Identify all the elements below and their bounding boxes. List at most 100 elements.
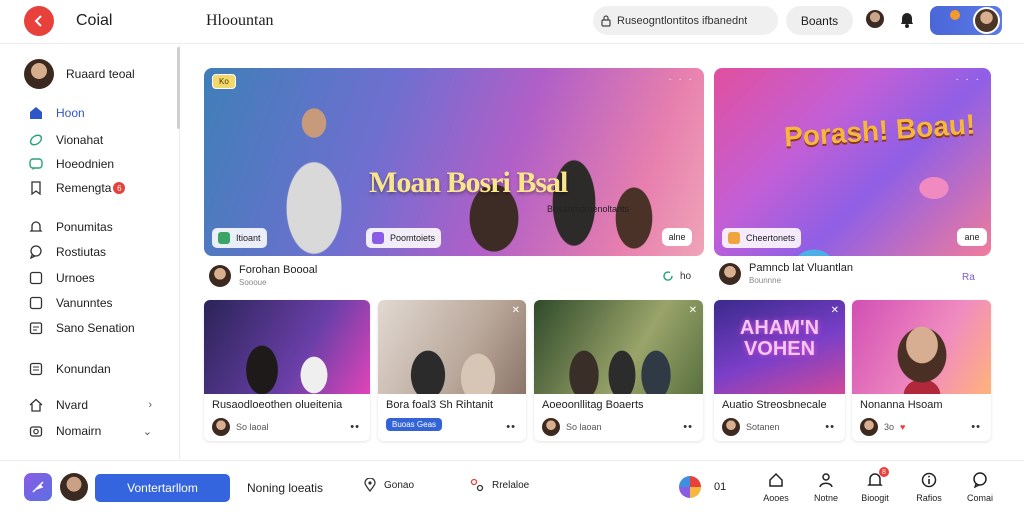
card-thumbnail: [378, 300, 526, 394]
more-icon[interactable]: ••: [683, 421, 693, 433]
sidebar-item-label: Hoeodnien: [56, 157, 115, 171]
hero-tag: Ko: [212, 74, 236, 89]
hero-title: Porash! Boau!: [783, 108, 977, 153]
activity-orb-icon[interactable]: [679, 476, 701, 498]
nav-info[interactable]: Rafios: [909, 471, 949, 503]
nav-home[interactable]: Aooes: [756, 471, 796, 503]
avatar[interactable]: [866, 10, 884, 28]
content-card[interactable]: AHAM'N VOHEN ✕ Auatio Streosbnecale Sota…: [714, 300, 845, 441]
hero-chip[interactable]: Itioant: [212, 228, 267, 248]
hero-stat[interactable]: ho: [662, 270, 691, 282]
more-icon[interactable]: · · ·: [668, 74, 694, 85]
status-text: Noning loeatis: [247, 481, 324, 495]
refresh-icon: [663, 271, 673, 281]
content-card[interactable]: ✕ Aoeoonllitag Boaerts So laoan ••: [534, 300, 703, 441]
nav-profile[interactable]: Notne: [806, 471, 846, 503]
heart-icon[interactable]: ♥: [900, 422, 905, 432]
card-thumbnail: [852, 300, 991, 394]
camera-icon: [28, 423, 44, 439]
avatar: [212, 418, 230, 436]
hero-card-game[interactable]: · · · Porash! Boau! Cheertonets ane: [714, 68, 991, 256]
card-title: Auatio Streosbnecale: [722, 399, 827, 411]
card-footer: So laoal: [212, 418, 269, 436]
card-meta: So laoal: [236, 422, 269, 432]
hero-more-button[interactable]: ane: [957, 228, 987, 246]
sidebar-item-vanunntes[interactable]: Vanunntes: [28, 295, 168, 311]
sidebar-item-nvard[interactable]: Nvard ›: [28, 397, 168, 413]
nav-notifications[interactable]: 8 Bioogit: [855, 467, 895, 503]
sidebar-item-nomairn[interactable]: Nomairn ⌄: [28, 423, 168, 439]
house-icon: [28, 397, 44, 413]
back-button[interactable]: [24, 6, 54, 36]
more-icon[interactable]: ••: [971, 421, 981, 433]
sidebar-item-label: Vionahat: [56, 133, 104, 147]
sidebar-profile[interactable]: Ruaard teoal: [24, 59, 135, 89]
sidebar-item-label: Vanunntes: [56, 296, 113, 310]
lock-icon: [601, 14, 611, 27]
avatar: [24, 59, 54, 89]
sidebar-item-home[interactable]: Hoon: [28, 105, 168, 121]
sidebar-item-label: Urnoes: [56, 271, 95, 285]
card-footer: Sotanen: [722, 418, 780, 436]
sidebar-item-vionahat[interactable]: Vionahat: [28, 132, 168, 148]
location-icon: [364, 478, 376, 492]
sidebar: Ruaard teoal Hoon Vionahat Hoeodnien Rem…: [0, 45, 180, 459]
nav-label: Comai: [966, 493, 993, 503]
content-card[interactable]: Nonanna Hsoam 3o ♥ ••: [852, 300, 991, 441]
user-menu-button[interactable]: [930, 6, 1002, 35]
hero-more-button[interactable]: alne: [662, 228, 692, 246]
nav-label: Notne: [813, 493, 839, 503]
notification-bell-icon[interactable]: [899, 10, 915, 28]
thumbnail-caption: AHAM'N VOHEN: [739, 317, 820, 360]
sidebar-item-remengta[interactable]: Remengta 6: [28, 180, 168, 196]
search-input[interactable]: Ruseogntlontitos ifbanednt: [593, 6, 778, 35]
chat-icon: [28, 156, 44, 172]
play-icon: [372, 232, 384, 244]
nav-chat[interactable]: Comai: [960, 471, 1000, 503]
close-icon[interactable]: ✕: [512, 305, 520, 316]
card-title: Aoeoonllitag Boaerts: [542, 399, 644, 411]
primary-action-button[interactable]: Vontertarllom: [95, 474, 230, 502]
app-launcher-button[interactable]: [24, 473, 52, 501]
sidebar-item-konundan[interactable]: Konundan: [28, 361, 168, 377]
more-icon[interactable]: ••: [350, 421, 360, 433]
hero-stat[interactable]: Ra: [962, 272, 975, 283]
hero-chip[interactable]: Poomtoiets: [366, 228, 442, 248]
sidebar-item-ponumitas[interactable]: Ponumitas: [28, 219, 168, 235]
share-link[interactable]: Rrelaloe: [470, 478, 529, 492]
content-card[interactable]: ✕ Bora foal3 Sh Rihtanit Buoas Geas ••: [378, 300, 526, 441]
sidebar-item-sano-senation[interactable]: Sano Senation: [28, 320, 168, 336]
content-card[interactable]: Rusaodloeothen olueitenia So laoal ••: [204, 300, 370, 441]
card-title: Bora foal3 Sh Rihtanit: [386, 399, 494, 411]
tag-pill[interactable]: Buoas Geas: [386, 418, 443, 431]
sidebar-item-urnoes[interactable]: Urnoes: [28, 270, 168, 286]
nav-label: Bioogit: [861, 493, 889, 503]
close-icon[interactable]: ✕: [831, 305, 839, 316]
close-icon[interactable]: ✕: [689, 305, 697, 316]
hero-card-featured[interactable]: Ko · · · Moan Bosri Bsal Bosaomdmenoltan…: [204, 68, 704, 256]
author-subtitle: Bounnne: [749, 276, 782, 285]
browse-button[interactable]: Boants: [786, 6, 853, 35]
sidebar-item-hoeodnien[interactable]: Hoeodnien: [28, 156, 168, 172]
sidebar-item-label: Konundan: [56, 362, 111, 376]
card-footer: Buoas Geas: [386, 418, 443, 431]
hero-chip[interactable]: Cheertonets: [722, 228, 802, 248]
more-icon[interactable]: ••: [825, 421, 835, 433]
stat-value: ho: [680, 270, 692, 282]
more-icon[interactable]: ••: [506, 421, 516, 433]
sidebar-scrollbar[interactable]: [177, 47, 180, 129]
sidebar-item-rostiutas[interactable]: Rostiutas: [28, 244, 168, 260]
home-icon: [767, 471, 785, 489]
notification-icon: 8: [866, 467, 889, 489]
avatar[interactable]: [60, 473, 88, 501]
hero-subtitle: Bosaomdmenoltants: [547, 204, 630, 214]
sidebar-item-label: Ponumitas: [56, 220, 113, 234]
hero-author[interactable]: Pamncb lat Vluantlan Bounnne: [719, 262, 853, 285]
card-footer: 3o ♥: [860, 418, 905, 436]
hero-author[interactable]: Forohan Boooal Soooue: [209, 264, 317, 287]
card-footer: So laoan: [542, 418, 602, 436]
chevron-down-icon: ⌄: [142, 425, 152, 438]
hero-title: Moan Bosri Bsal: [369, 166, 568, 199]
more-icon[interactable]: · · ·: [955, 74, 981, 85]
location-link[interactable]: Gonao: [364, 478, 414, 492]
